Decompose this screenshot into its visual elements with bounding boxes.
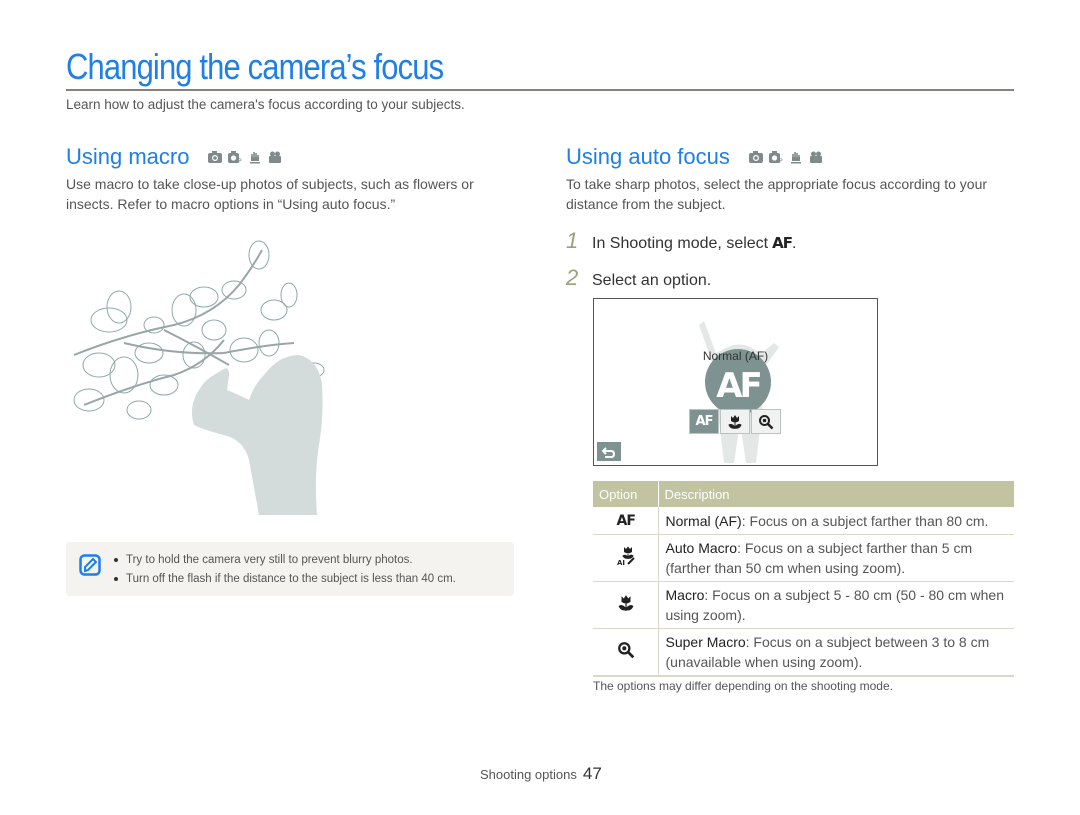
column-header-description: Description	[658, 481, 1014, 507]
option-description: Normal (AF): Focus on a subject farther …	[658, 507, 1014, 535]
option-desc: : Focus on a subject 5 - 80 cm (50 - 80 …	[665, 587, 1004, 623]
super-macro-icon	[759, 414, 774, 429]
table-row: AF Normal (AF): Focus on a subject farth…	[593, 507, 1014, 535]
option-icon-cell	[593, 628, 659, 677]
option-super-macro[interactable]	[751, 409, 781, 434]
page-title: Changing the camera’s focus	[66, 46, 444, 87]
step-1: 1 In Shooting mode, select AF .	[566, 228, 796, 254]
step-2: 2 Select an option.	[566, 265, 711, 291]
woman-silhouette	[191, 355, 323, 515]
step-text: Select an option.	[592, 272, 712, 289]
super-macro-icon	[617, 641, 635, 658]
option-description: Super Macro: Focus on a subject between …	[658, 628, 1014, 677]
movie-icon	[269, 151, 282, 163]
note-list: Try to hold the camera very still to pre…	[114, 551, 456, 589]
camera-screen: Normal (AF) AF AF	[593, 298, 878, 466]
svg-text:P: P	[779, 158, 783, 164]
af-icon: AF	[616, 513, 636, 529]
macro-mode-icons: P	[207, 150, 283, 164]
auto-macro-icon: AI	[617, 546, 635, 567]
footer-section-name: Shooting options	[480, 767, 577, 782]
svg-text:P: P	[238, 158, 242, 164]
camera-program-icon: P	[228, 151, 242, 164]
dual-is-icon	[790, 152, 801, 164]
autofocus-mode-icons: P	[748, 150, 824, 164]
step-text: In Shooting mode, select	[592, 235, 769, 252]
note-box: Try to hold the camera very still to pre…	[66, 542, 514, 596]
option-icon-cell: AF	[593, 507, 659, 535]
note-item: Try to hold the camera very still to pre…	[114, 551, 456, 570]
table-row: Super Macro: Focus on a subject between …	[593, 628, 1014, 677]
table-row: Macro: Focus on a subject 5 - 80 cm (50 …	[593, 581, 1014, 629]
page-number: 47	[582, 764, 602, 783]
table-header-row: Option Description	[593, 481, 1014, 507]
option-name: Macro	[665, 587, 705, 603]
movie-icon	[809, 151, 822, 163]
page-intro: Learn how to adjust the camera's focus a…	[66, 97, 465, 112]
option-macro[interactable]	[720, 409, 750, 434]
option-name: Super Macro	[665, 634, 746, 650]
camera-auto-icon	[208, 151, 223, 163]
camera-program-icon: P	[768, 151, 783, 164]
option-description: Auto Macro: Focus on a subject farther t…	[658, 534, 1014, 582]
option-desc: : Focus on a subject farther than 80 cm.	[741, 512, 989, 529]
page-footer: Shooting options 47	[480, 764, 602, 784]
step-suffix: .	[791, 235, 797, 252]
macro-heading-text: Using macro	[66, 144, 190, 169]
macro-body: Use macro to take close-up photos of sub…	[66, 176, 474, 212]
autofocus-heading-text: Using auto focus	[566, 144, 730, 169]
step-number: 2	[566, 265, 579, 290]
focus-options-table: Option Description AF Normal (AF): Focus…	[593, 481, 1014, 677]
camera-auto-icon	[748, 151, 763, 163]
option-name: Normal (AF)	[665, 512, 742, 529]
option-description: Macro: Focus on a subject 5 - 80 cm (50 …	[658, 581, 1014, 629]
macro-heading: Using macro P	[66, 144, 283, 170]
af-icon: AF	[772, 234, 793, 252]
back-arrow-icon	[602, 446, 616, 458]
option-name: Auto Macro	[665, 540, 738, 556]
column-header-option: Option	[593, 481, 659, 507]
title-rule	[66, 89, 1014, 91]
dual-is-icon	[250, 152, 261, 164]
autofocus-body: To take sharp photos, select the appropr…	[566, 176, 988, 212]
option-icon-cell	[593, 581, 659, 629]
svg-text:AI: AI	[617, 559, 625, 566]
focus-mode-label: Normal (AF)	[702, 349, 769, 363]
table-row: AI Auto Macro: Focus on a subject farthe…	[593, 534, 1014, 582]
option-normal-af[interactable]: AF	[689, 409, 719, 434]
note-pencil-icon	[79, 554, 101, 576]
option-icon-cell: AI	[593, 534, 659, 582]
step-number: 1	[566, 228, 579, 253]
woman-photographing-flowers-illustration	[73, 240, 325, 515]
note-item: Turn off the flash if the distance to th…	[114, 570, 456, 589]
macro-flower-icon	[618, 594, 634, 611]
autofocus-heading: Using auto focus P	[566, 144, 824, 170]
table-note: The options may differ depending on the …	[593, 679, 893, 693]
back-button[interactable]	[597, 442, 621, 461]
macro-flower-icon	[728, 414, 742, 429]
